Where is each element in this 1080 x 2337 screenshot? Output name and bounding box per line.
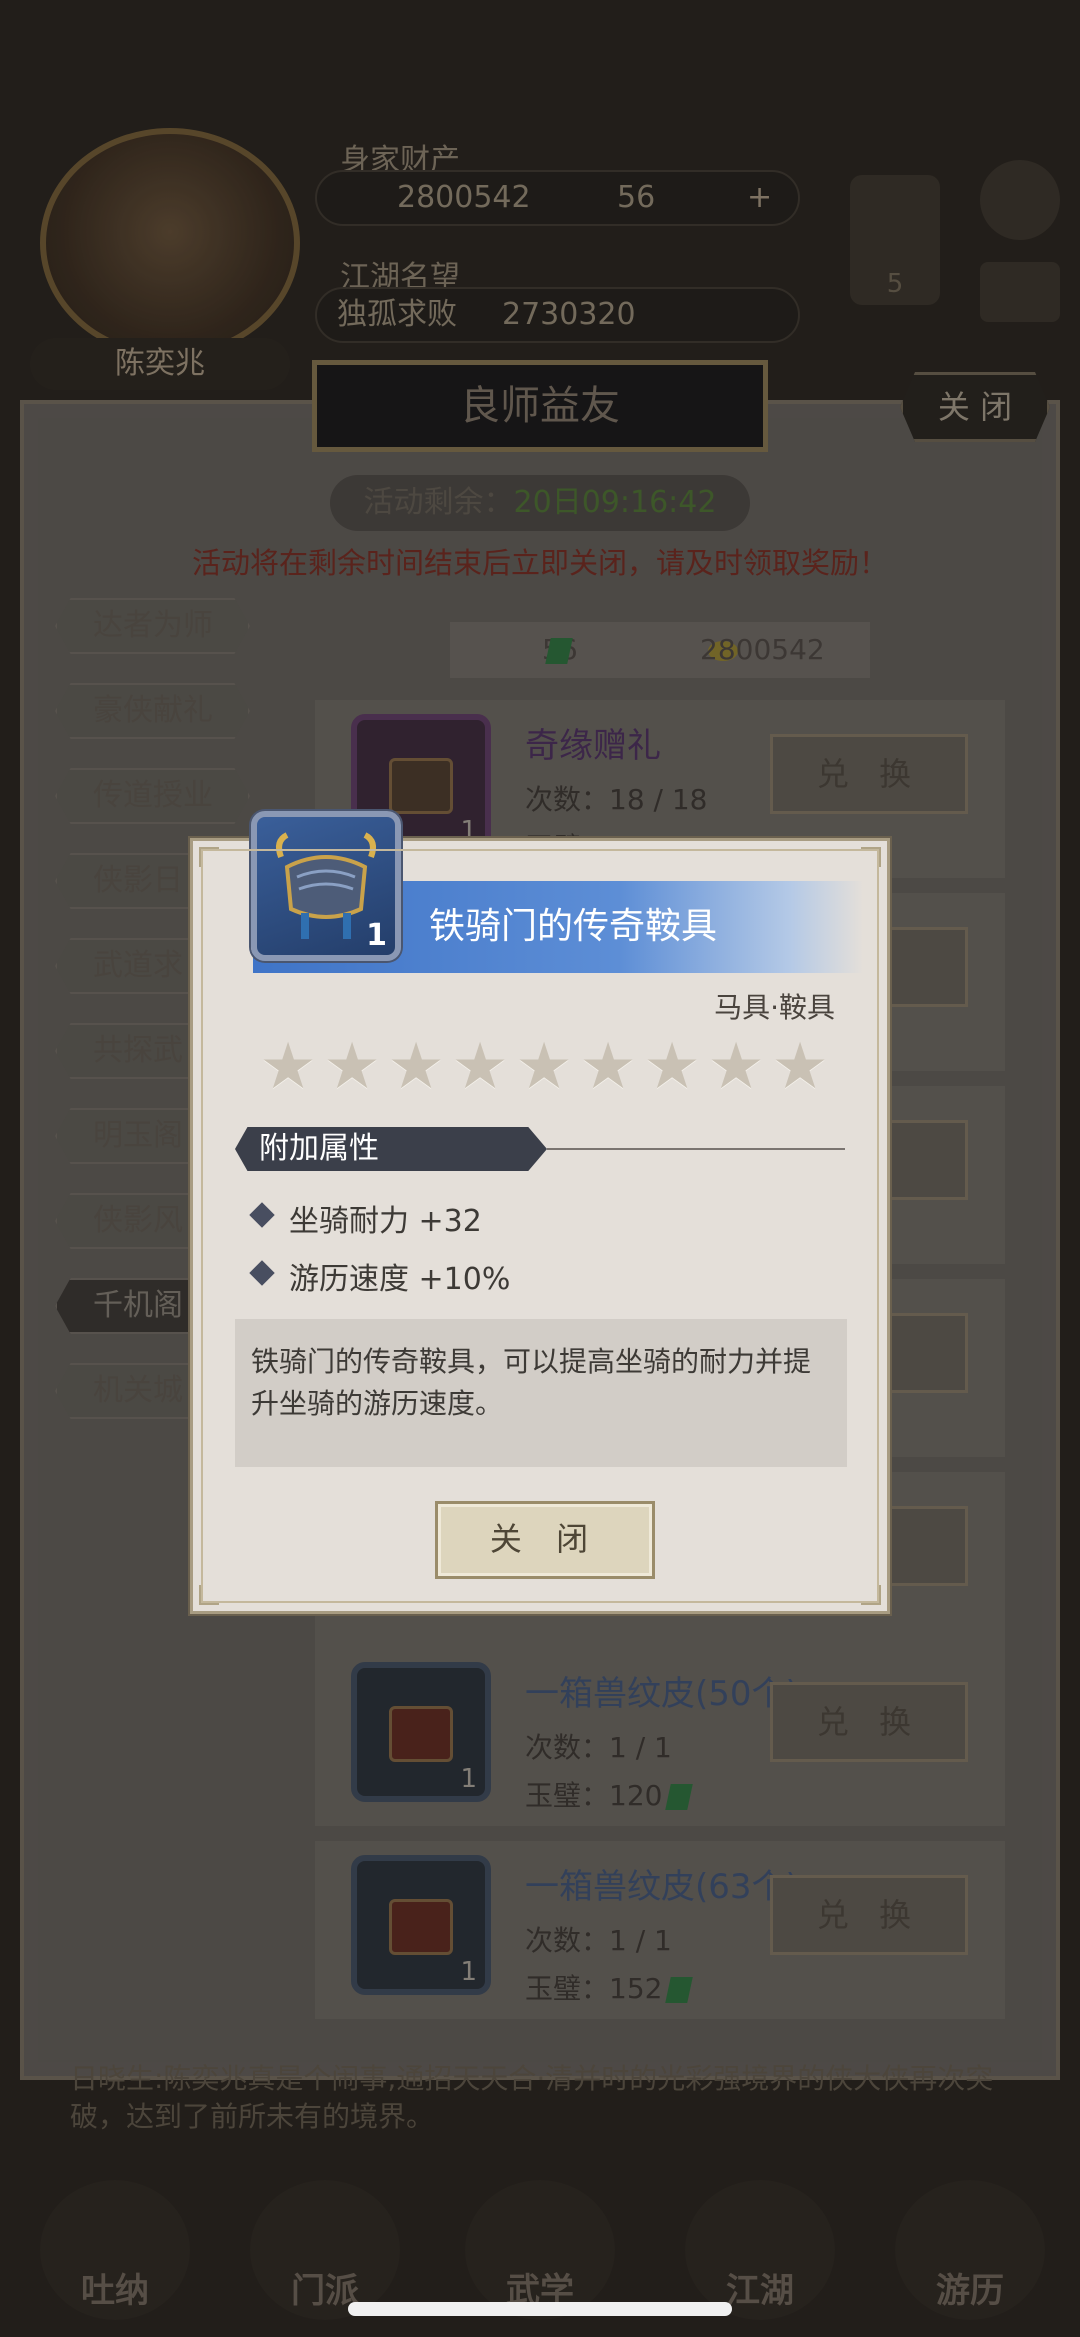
- frame-corner: [861, 1585, 881, 1605]
- modal-close-button[interactable]: 关 闭: [435, 1501, 655, 1579]
- star-icon: ★: [387, 1030, 445, 1104]
- attribute-item: 游历速度 +10%: [249, 1254, 511, 1298]
- star-icon: ★: [643, 1030, 701, 1104]
- saddle-icon: 1: [251, 811, 401, 961]
- star-icon: ★: [707, 1030, 765, 1104]
- item-qty: 1: [366, 918, 387, 953]
- star-icon: ★: [579, 1030, 637, 1104]
- star-rating: ★ ★ ★ ★ ★ ★ ★ ★ ★: [257, 1030, 837, 1106]
- attribute-text: 坐骑耐力 +32: [289, 1204, 482, 1239]
- frame-corner: [199, 1585, 219, 1605]
- diamond-bullet-icon: [249, 1202, 275, 1228]
- attributes-header: 附加属性: [235, 1127, 547, 1171]
- attribute-item: 坐骑耐力 +32: [249, 1196, 482, 1240]
- item-detail-modal: 铁骑门的传奇鞍具 1 马具·鞍具 ★ ★ ★ ★ ★ ★ ★ ★ ★ 附加属性 …: [190, 811, 890, 1614]
- item-category: 马具·鞍具: [714, 991, 835, 1024]
- diamond-bullet-icon: [249, 1260, 275, 1286]
- frame-corner: [861, 847, 881, 867]
- item-description: 铁骑门的传奇鞍具，可以提高坐骑的耐力并提升坐骑的游历速度。: [235, 1319, 847, 1467]
- star-icon: ★: [259, 1030, 317, 1104]
- star-icon: ★: [323, 1030, 381, 1104]
- home-indicator[interactable]: [348, 2302, 732, 2316]
- star-icon: ★: [451, 1030, 509, 1104]
- divider: [547, 1148, 845, 1150]
- attribute-text: 游历速度 +10%: [289, 1262, 511, 1297]
- frame-corner: [199, 847, 219, 867]
- star-icon: ★: [771, 1030, 829, 1104]
- star-icon: ★: [515, 1030, 573, 1104]
- item-name: 铁骑门的传奇鞍具: [429, 906, 718, 947]
